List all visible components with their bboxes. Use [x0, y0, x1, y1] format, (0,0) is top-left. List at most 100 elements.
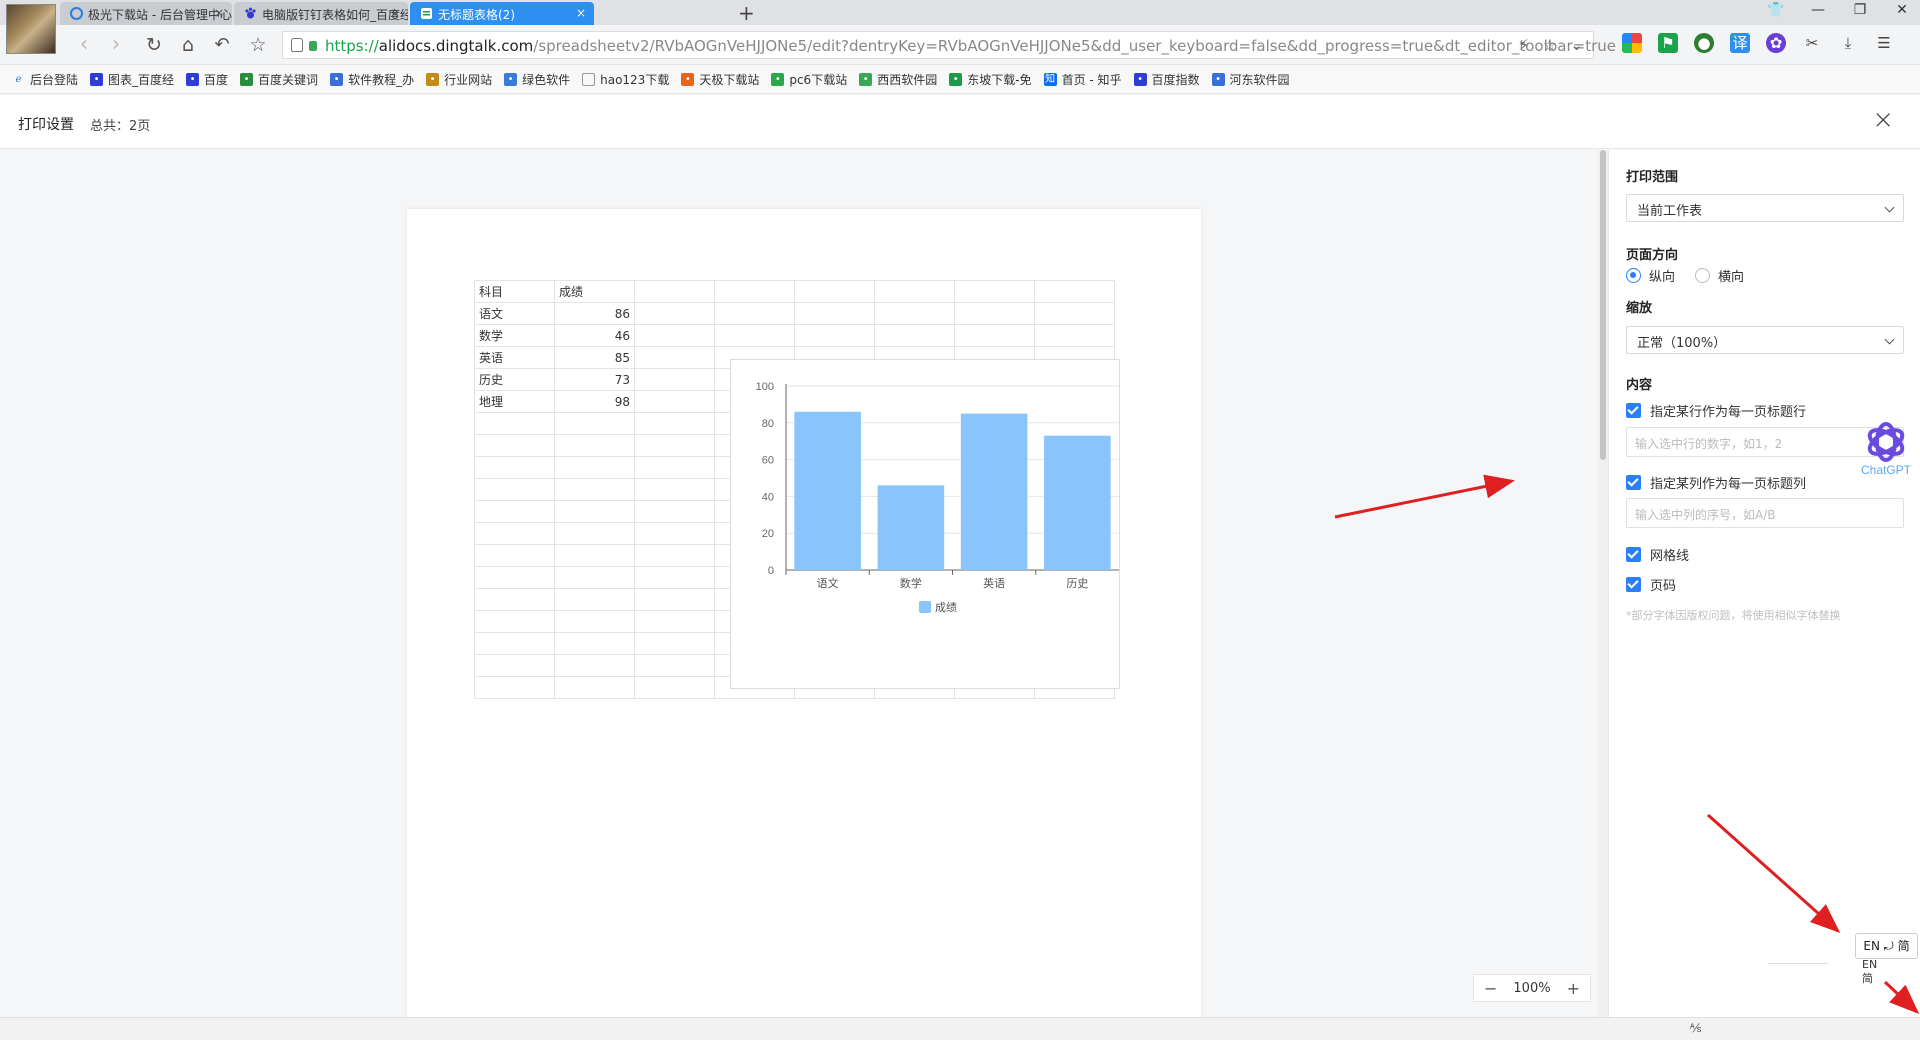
ime-switcher[interactable]: EN ⤾ 简 — [1855, 933, 1918, 959]
sheet-cell — [634, 588, 715, 611]
sheet-cell — [474, 500, 555, 523]
sheet-cell — [634, 302, 715, 325]
home-icon[interactable]: ⌂ — [176, 33, 200, 57]
bookmark-item[interactable]: • 绿色软件 — [504, 71, 570, 88]
translate-icon[interactable]: 译 — [1730, 33, 1750, 53]
col-title-checkbox[interactable]: 指定某列作为每一页标题列 — [1626, 473, 1806, 492]
portrait-label: 纵向 — [1649, 270, 1676, 285]
url-text[interactable]: https://alidocs.dingtalk.com/spreadsheet… — [325, 37, 1616, 55]
sheet-cell — [554, 434, 635, 457]
close-icon[interactable]: × — [1872, 105, 1894, 135]
profile-avatar[interactable] — [6, 4, 56, 54]
sheet-cell — [634, 368, 715, 391]
portrait-radio[interactable]: 纵向 — [1626, 266, 1675, 285]
baidu-paw-icon: • — [90, 73, 104, 86]
favorite-star-icon[interactable]: ☆ — [246, 33, 270, 57]
forward-icon[interactable]: › — [104, 33, 128, 57]
bookmark-item[interactable]: ℯ 后台登陆 — [12, 71, 78, 88]
print-title: 打印设置 — [18, 117, 74, 133]
page-number-checkbox[interactable]: 页码 — [1626, 575, 1676, 594]
bookmark-item[interactable]: • 百度 — [186, 71, 228, 88]
sheet-row: 数学 46 — [474, 324, 1115, 347]
tab-jiguang[interactable]: 极光下载站 - 后台管理中心 × — [60, 2, 232, 25]
tab-title: 无标题表格(2) — [438, 8, 515, 22]
tab-baidu-jingyan[interactable]: 电脑版钉钉表格如何_百度经验 × — [234, 2, 408, 25]
range-select[interactable]: 当前工作表 — [1626, 194, 1904, 222]
sheet-cell: 73 — [554, 368, 635, 391]
address-bar[interactable]: https://alidocs.dingtalk.com/spreadsheet… — [282, 31, 1616, 59]
bookmark-item[interactable]: • 河东软件园 — [1211, 71, 1290, 88]
download-icon[interactable]: ⤓ — [1838, 33, 1858, 53]
sheet-cell — [714, 302, 795, 325]
minimize-icon[interactable]: — — [1808, 2, 1828, 18]
chevron-down-icon[interactable]: ⌄ — [1570, 36, 1583, 54]
col-title-label: 指定某列作为每一页标题列 — [1650, 477, 1807, 492]
font-note: *部分字体因版权问题，将使用相似字体替换 — [1626, 609, 1841, 622]
globe-icon[interactable]: ● — [1694, 33, 1714, 53]
reload-icon[interactable]: ↻ — [142, 33, 166, 57]
sheet-row: 语文 86 — [474, 302, 1115, 325]
status-icon[interactable]: ⅍ — [1690, 1021, 1701, 1035]
tab-close-icon[interactable]: × — [576, 6, 586, 20]
bookmark-item[interactable]: • 百度关键词 — [240, 71, 318, 88]
extension-icons: ⚑ ● 译 ✿ ✂ ⤓ ☰ — [1622, 33, 1894, 53]
sheet-cell — [554, 412, 635, 435]
sheet-cell — [634, 280, 715, 303]
bookmark-item[interactable]: • 百度指数 — [1133, 71, 1200, 88]
range-value: 当前工作表 — [1637, 204, 1703, 219]
bookmark-item[interactable]: hao123下载 — [582, 71, 669, 88]
x-tick-label: 历史 — [1066, 577, 1088, 590]
bookmark-item[interactable]: • 图表_百度经 — [90, 71, 174, 88]
sheet-cell — [874, 302, 955, 325]
gridlines-checkbox[interactable]: 网格线 — [1626, 545, 1689, 564]
flag-icon[interactable]: ⚑ — [1658, 33, 1678, 53]
sheet-cell — [634, 478, 715, 501]
sheet-cell — [634, 500, 715, 523]
sheet-cell — [714, 280, 795, 303]
sheet-cell — [474, 566, 555, 589]
bookmark-item[interactable]: • 行业网站 — [426, 71, 492, 88]
tab-close-icon[interactable]: × — [390, 6, 400, 20]
window-controls: 👕 — ❐ ✕ — [1766, 2, 1912, 18]
scrollbar-thumb[interactable] — [1600, 150, 1606, 460]
new-tab-button[interactable]: + — [738, 1, 755, 25]
sheet-cell — [634, 412, 715, 435]
chatgpt-logo[interactable]: ChatGPT — [1856, 418, 1916, 476]
bookmark-item[interactable]: • 天极下载站 — [681, 71, 759, 88]
ime-status[interactable]: EN 简 — [1862, 958, 1877, 986]
gpt-extension-icon[interactable]: ✿ — [1766, 33, 1786, 53]
tianji-icon: • — [681, 73, 695, 86]
preview-scrollbar[interactable] — [1598, 150, 1608, 1017]
zoom-in-button[interactable]: + — [1567, 979, 1580, 998]
tab-spreadsheet[interactable]: 无标题表格(2) × — [410, 2, 594, 25]
lightning-icon[interactable]: ⚡ — [1518, 36, 1529, 54]
bookmark-star-icon[interactable]: ☆ — [1543, 36, 1556, 54]
scale-value: 正常（100%） — [1637, 336, 1727, 351]
menu-icon[interactable]: ☰ — [1874, 33, 1894, 53]
row-title-checkbox[interactable]: 指定某行作为每一页标题行 — [1626, 401, 1806, 420]
tab-close-icon[interactable]: × — [214, 6, 224, 20]
sheet-cell — [874, 280, 955, 303]
landscape-radio[interactable]: 横向 — [1695, 266, 1744, 285]
close-window-icon[interactable]: ✕ — [1892, 2, 1912, 18]
zoom-out-button[interactable]: − — [1484, 979, 1497, 998]
scissors-icon[interactable]: ✂ — [1802, 33, 1822, 53]
green-software-icon: • — [504, 73, 518, 86]
bookmark-item[interactable]: • 软件教程_办 — [330, 71, 414, 88]
industry-site-icon: • — [426, 73, 440, 86]
skin-icon[interactable]: 👕 — [1766, 2, 1786, 18]
bookmark-item[interactable]: • 东坡下载-免 — [949, 71, 1032, 88]
col-title-input[interactable]: 输入选中列的序号，如A/B — [1626, 498, 1904, 528]
bookmark-item[interactable]: 知首页 - 知乎 — [1043, 71, 1122, 88]
restore-icon[interactable]: ❐ — [1850, 2, 1870, 18]
bookmark-item[interactable]: • pc6下载站 — [771, 71, 847, 88]
apps-grid-icon[interactable] — [1622, 33, 1642, 53]
bookmark-item[interactable]: • 西西软件园 — [859, 71, 937, 88]
zoom-control: − 100% + — [1473, 974, 1591, 1002]
scale-select[interactable]: 正常（100%） — [1626, 326, 1904, 354]
undo-close-icon[interactable]: ↶ — [210, 33, 234, 57]
x-tick-label: 语文 — [817, 576, 839, 590]
sheet-cell — [634, 676, 715, 699]
back-icon[interactable]: ‹ — [72, 33, 96, 57]
baidu-paw-icon: • — [1133, 73, 1147, 86]
